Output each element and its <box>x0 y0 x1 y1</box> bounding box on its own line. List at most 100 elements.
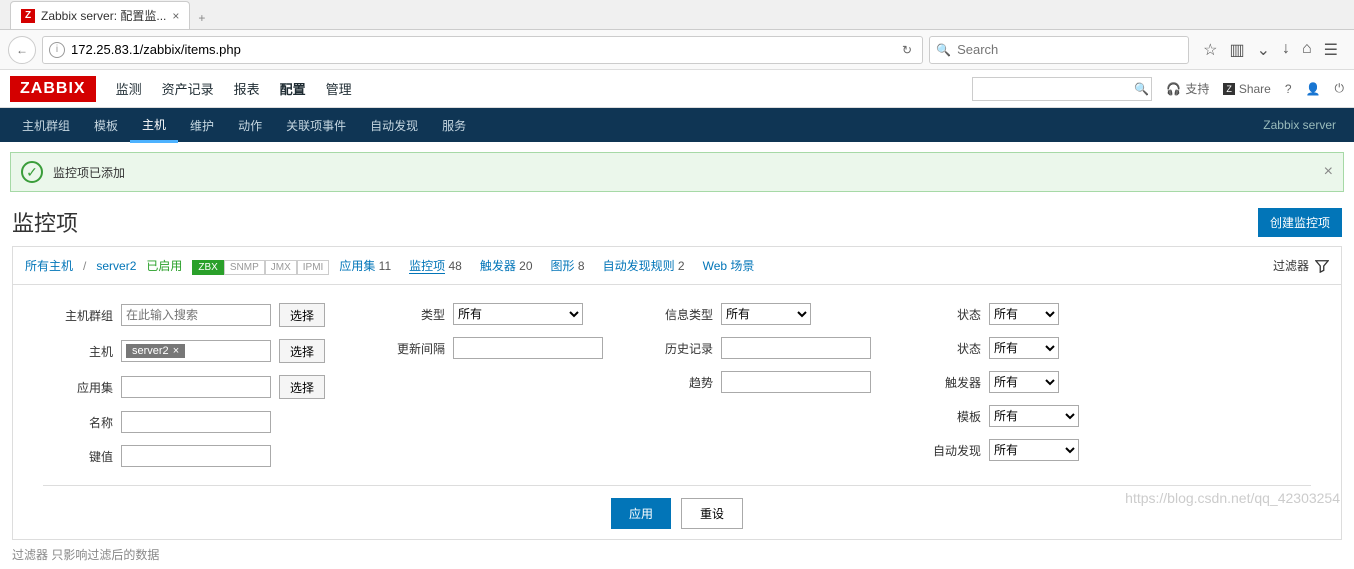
subnav-item[interactable]: 维护 <box>178 108 226 143</box>
share-link[interactable]: Z Share <box>1223 82 1271 96</box>
discovery-label: 自动发现 <box>921 442 981 459</box>
interface-badge: ZBX <box>192 260 223 275</box>
info-icon[interactable]: i <box>49 42 65 58</box>
reload-icon[interactable]: ↻ <box>898 43 916 57</box>
subnav-item[interactable]: 自动发现 <box>358 108 430 143</box>
favicon-icon: Z <box>21 9 35 23</box>
subnav-item[interactable]: 动作 <box>226 108 274 143</box>
host-link[interactable]: server2 <box>96 259 136 273</box>
download-icon[interactable]: ↓ <box>1282 40 1290 60</box>
entity-link[interactable]: 监控项 <box>409 259 445 274</box>
divider <box>43 485 1311 486</box>
subnav-item[interactable]: 服务 <box>430 108 478 143</box>
key-input[interactable] <box>121 445 271 467</box>
name-label: 名称 <box>43 414 113 431</box>
discovery-select[interactable]: 所有 <box>989 439 1079 461</box>
create-item-button[interactable]: 创建监控项 <box>1258 208 1342 237</box>
status-select[interactable]: 所有 <box>989 337 1059 359</box>
host-label: 主机 <box>43 343 113 360</box>
nav-item[interactable]: 资产记录 <box>162 79 214 98</box>
host-select-button[interactable]: 选择 <box>279 339 325 363</box>
infotype-select[interactable]: 所有 <box>721 303 811 325</box>
appset-input[interactable] <box>121 376 271 398</box>
interval-input[interactable] <box>453 337 603 359</box>
support-link[interactable]: 🎧 支持 <box>1166 80 1209 97</box>
menu-icon[interactable]: ☰ <box>1324 40 1338 60</box>
host-group-input[interactable] <box>121 304 271 326</box>
appset-select-button[interactable]: 选择 <box>279 375 325 399</box>
sub-nav: 主机群组模板主机维护动作关联项事件自动发现服务Zabbix server <box>0 108 1354 142</box>
tag-remove-icon[interactable]: × <box>173 345 179 357</box>
library-icon[interactable]: ▥ <box>1229 40 1244 60</box>
zabbix-header: ZABBIX 监测 资产记录 报表 配置 管理 🔍 🎧 支持 Z Share ? 👤 ⏻ <box>0 70 1354 108</box>
footer-note: 过滤器 只影响过滤后的数据 <box>12 546 1342 563</box>
type-select[interactable]: 所有 <box>453 303 583 325</box>
power-icon[interactable]: ⏻ <box>1335 81 1345 96</box>
z-share-icon: Z <box>1223 83 1235 95</box>
zabbix-logo[interactable]: ZABBIX <box>10 76 96 102</box>
history-input[interactable] <box>721 337 871 359</box>
toolbar-icons: ☆ ▥ ⌄ ↓ ⌂ ☰ <box>1195 40 1346 60</box>
entity-link[interactable]: 自动发现规则 <box>603 259 675 273</box>
entity-links: 应用集 11监控项 48触发器 20图形 8自动发现规则 2Web 场景 <box>339 257 754 274</box>
all-hosts-link[interactable]: 所有主机 <box>25 257 73 274</box>
entity-count: 48 <box>445 259 462 273</box>
trend-input[interactable] <box>721 371 871 393</box>
appset-label: 应用集 <box>43 379 113 396</box>
entity-link[interactable]: 触发器 <box>480 259 516 273</box>
browser-search[interactable]: 🔍 <box>929 36 1189 64</box>
interface-badge: SNMP <box>224 260 265 275</box>
subnav-item[interactable]: 主机群组 <box>10 108 82 143</box>
template-select[interactable]: 所有 <box>989 405 1079 427</box>
nav-item[interactable]: 报表 <box>234 79 260 98</box>
key-label: 键值 <box>43 448 113 465</box>
search-icon[interactable]: 🔍 <box>1134 82 1149 96</box>
entity-count: 2 <box>675 259 685 273</box>
zabbix-search-input[interactable] <box>979 82 1134 96</box>
trigger-label: 触发器 <box>921 374 981 391</box>
page-title: 监控项 <box>12 206 78 238</box>
new-tab-button[interactable]: + <box>190 7 213 29</box>
breadcrumb-separator: / <box>83 259 86 273</box>
filter-col-2: 类型 所有 更新间隔 <box>375 303 603 467</box>
filter-col-4: 状态 所有 状态 所有 触发器 所有 模板 所有 自动发现 所有 <box>921 303 1079 467</box>
message-text: 监控项已添加 <box>53 164 125 181</box>
search-input[interactable] <box>957 42 1182 57</box>
entity-count: 11 <box>375 259 391 273</box>
message-close-icon[interactable]: × <box>1324 163 1333 181</box>
subnav-item[interactable]: 主机 <box>130 107 178 143</box>
state-label: 状态 <box>921 306 981 323</box>
subnav-item[interactable]: 关联项事件 <box>274 108 358 143</box>
trend-label: 趋势 <box>653 374 713 391</box>
nav-item[interactable]: 配置 <box>280 79 306 98</box>
host-group-select-button[interactable]: 选择 <box>279 303 325 327</box>
bookmark-icon[interactable]: ☆ <box>1203 40 1217 60</box>
entity-link[interactable]: Web 场景 <box>703 259 755 273</box>
entity-link[interactable]: 应用集 <box>339 259 375 273</box>
url-bar[interactable]: i ↻ <box>42 36 923 64</box>
pocket-icon[interactable]: ⌄ <box>1257 40 1270 60</box>
home-icon[interactable]: ⌂ <box>1302 40 1312 60</box>
name-input[interactable] <box>121 411 271 433</box>
enabled-label: 已启用 <box>146 257 182 274</box>
interval-label: 更新间隔 <box>375 340 445 357</box>
user-icon[interactable]: 👤 <box>1306 82 1321 96</box>
host-tag: server2 × <box>126 344 185 358</box>
state-select[interactable]: 所有 <box>989 303 1059 325</box>
nav-item[interactable]: 监测 <box>116 79 142 98</box>
url-input[interactable] <box>71 42 898 57</box>
zabbix-search[interactable]: 🔍 <box>972 77 1152 101</box>
nav-item[interactable]: 管理 <box>326 79 352 98</box>
entity-link[interactable]: 图形 <box>551 259 575 273</box>
tab-close-icon[interactable]: × <box>172 9 179 23</box>
message-row: ✓ 监控项已添加 × <box>0 142 1354 202</box>
filter-toggle[interactable]: 过滤器 <box>1273 257 1329 274</box>
title-row: 监控项 创建监控项 <box>0 202 1354 246</box>
trigger-select[interactable]: 所有 <box>989 371 1059 393</box>
type-label: 类型 <box>375 306 445 323</box>
host-input[interactable]: server2 × <box>121 340 271 362</box>
browser-tab[interactable]: Z Zabbix server: 配置监... × <box>10 1 190 29</box>
help-icon[interactable]: ? <box>1285 82 1292 96</box>
subnav-item[interactable]: 模板 <box>82 108 130 143</box>
back-button[interactable]: ← <box>8 36 36 64</box>
